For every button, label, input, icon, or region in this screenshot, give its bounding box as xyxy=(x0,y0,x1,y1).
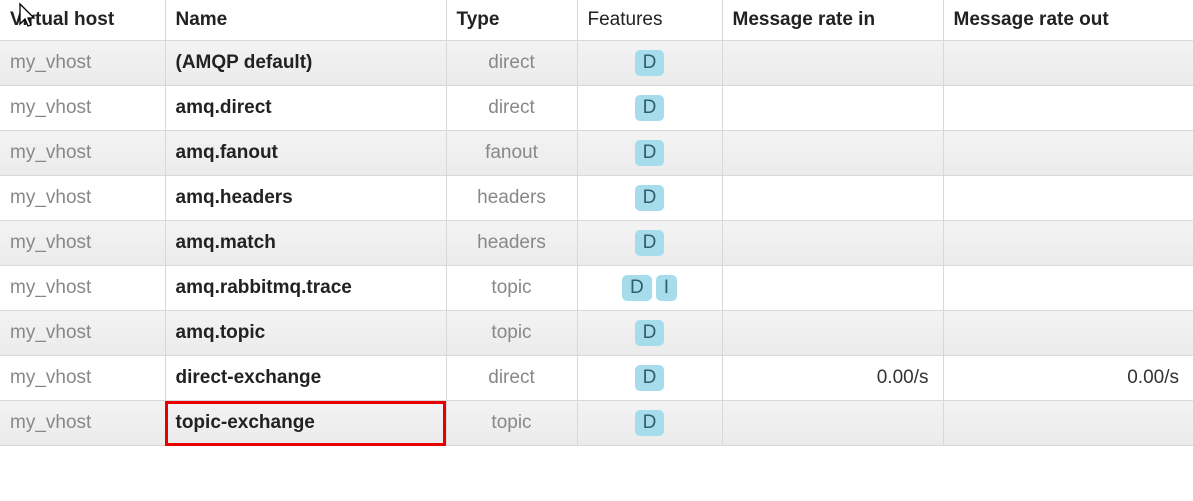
cell-vhost: my_vhost xyxy=(0,131,165,176)
cell-features: D xyxy=(577,176,722,221)
cell-name[interactable]: (AMQP default) xyxy=(165,41,446,86)
feature-badge[interactable]: D xyxy=(635,365,665,391)
table-row: my_vhost(AMQP default)direct D xyxy=(0,41,1193,86)
cell-rate-in xyxy=(722,221,943,266)
cell-type: topic xyxy=(446,401,577,446)
table-row: my_vhostamq.topictopic D xyxy=(0,311,1193,356)
cell-vhost: my_vhost xyxy=(0,311,165,356)
cell-rate-out xyxy=(943,176,1193,221)
cell-rate-in xyxy=(722,266,943,311)
table-header-row: Virtual host Name Type Features Message … xyxy=(0,0,1193,41)
feature-badge[interactable]: D xyxy=(635,185,665,211)
cell-vhost: my_vhost xyxy=(0,401,165,446)
table-row: my_vhosttopic-exchangetopic D xyxy=(0,401,1193,446)
cell-features: D xyxy=(577,401,722,446)
cell-name[interactable]: amq.topic xyxy=(165,311,446,356)
col-header-rate-out[interactable]: Message rate out xyxy=(943,0,1193,41)
cell-features: D xyxy=(577,356,722,401)
cell-name[interactable]: amq.match xyxy=(165,221,446,266)
feature-badge[interactable]: D xyxy=(635,320,665,346)
cell-vhost: my_vhost xyxy=(0,356,165,401)
col-header-vhost[interactable]: Virtual host xyxy=(0,0,165,41)
table-row: my_vhostamq.headersheaders D xyxy=(0,176,1193,221)
exchanges-table: Virtual host Name Type Features Message … xyxy=(0,0,1193,446)
cell-type: topic xyxy=(446,266,577,311)
cell-type: direct xyxy=(446,86,577,131)
table-row: my_vhostamq.rabbitmq.tracetopicDI xyxy=(0,266,1193,311)
cell-type: fanout xyxy=(446,131,577,176)
table-row: my_vhostamq.fanoutfanout D xyxy=(0,131,1193,176)
cell-rate-in xyxy=(722,86,943,131)
feature-badge[interactable]: D xyxy=(635,95,665,121)
cell-rate-in xyxy=(722,401,943,446)
feature-badge[interactable]: D xyxy=(622,275,652,301)
cell-rate-out xyxy=(943,86,1193,131)
cell-features: DI xyxy=(577,266,722,311)
cell-rate-out xyxy=(943,131,1193,176)
feature-badge[interactable]: D xyxy=(635,410,665,436)
table-row: my_vhostamq.matchheaders D xyxy=(0,221,1193,266)
cell-type: topic xyxy=(446,311,577,356)
feature-badge[interactable]: I xyxy=(656,275,677,301)
cell-features: D xyxy=(577,41,722,86)
table-row: my_vhostamq.directdirect D xyxy=(0,86,1193,131)
cell-type: headers xyxy=(446,176,577,221)
cell-rate-out xyxy=(943,41,1193,86)
cell-rate-in xyxy=(722,176,943,221)
cell-rate-out: 0.00/s xyxy=(943,356,1193,401)
feature-badge[interactable]: D xyxy=(635,140,665,166)
cell-rate-out xyxy=(943,266,1193,311)
cell-type: direct xyxy=(446,41,577,86)
cell-rate-in xyxy=(722,311,943,356)
cell-rate-in xyxy=(722,41,943,86)
cell-features: D xyxy=(577,311,722,356)
col-header-name[interactable]: Name xyxy=(165,0,446,41)
cell-features: D xyxy=(577,131,722,176)
cell-features: D xyxy=(577,221,722,266)
cell-rate-out xyxy=(943,311,1193,356)
cell-rate-in xyxy=(722,131,943,176)
col-header-features[interactable]: Features xyxy=(577,0,722,41)
feature-badge[interactable]: D xyxy=(635,230,665,256)
cell-vhost: my_vhost xyxy=(0,86,165,131)
cell-type: direct xyxy=(446,356,577,401)
cell-vhost: my_vhost xyxy=(0,266,165,311)
cell-vhost: my_vhost xyxy=(0,221,165,266)
col-header-type[interactable]: Type xyxy=(446,0,577,41)
cell-rate-out xyxy=(943,401,1193,446)
cell-name[interactable]: amq.direct xyxy=(165,86,446,131)
table-row: my_vhostdirect-exchangedirect D 0.00/s0.00… xyxy=(0,356,1193,401)
cell-name[interactable]: amq.headers xyxy=(165,176,446,221)
cell-name[interactable]: topic-exchange xyxy=(165,401,446,446)
cell-name[interactable]: amq.rabbitmq.trace xyxy=(165,266,446,311)
col-header-rate-in[interactable]: Message rate in xyxy=(722,0,943,41)
cell-type: headers xyxy=(446,221,577,266)
feature-badge[interactable]: D xyxy=(635,50,665,76)
cell-name[interactable]: direct-exchange xyxy=(165,356,446,401)
cell-rate-in: 0.00/s xyxy=(722,356,943,401)
cell-vhost: my_vhost xyxy=(0,176,165,221)
cell-features: D xyxy=(577,86,722,131)
cell-rate-out xyxy=(943,221,1193,266)
cell-name[interactable]: amq.fanout xyxy=(165,131,446,176)
cell-vhost: my_vhost xyxy=(0,41,165,86)
